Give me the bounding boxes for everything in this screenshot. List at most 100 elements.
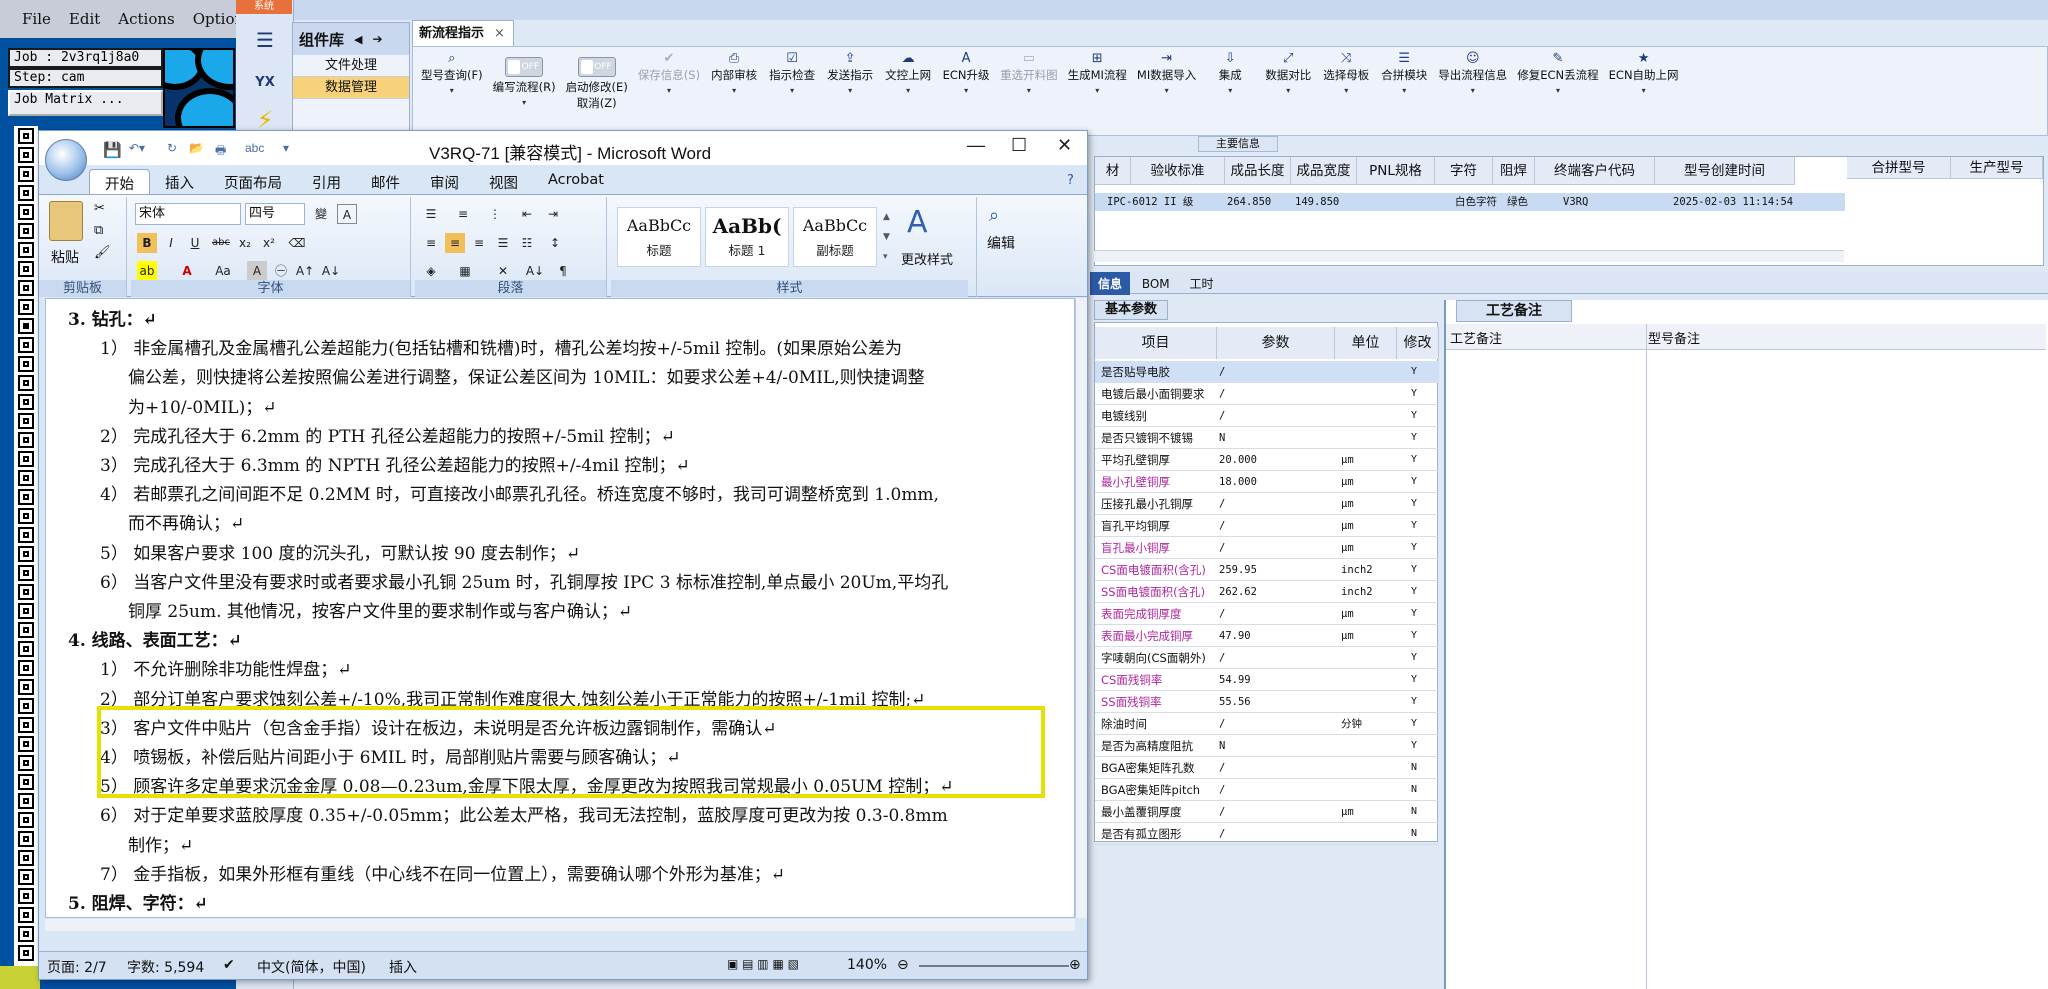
document-line[interactable]: 1） 非金属槽孔及金属槽孔公差超能力(包括钻槽和铣槽)时，槽孔公差均按+/-5m… (100, 334, 902, 359)
layer-cell[interactable] (18, 622, 34, 638)
menu-actions[interactable]: Actions (118, 10, 174, 28)
grid-header[interactable]: 终端客户代码 (1535, 157, 1655, 185)
merge-grid-header[interactable]: 合拼型号 (1847, 157, 1951, 179)
dropdown-arrow-icon[interactable]: ▾ (522, 95, 526, 111)
layer-cell[interactable] (18, 356, 34, 372)
open-icon[interactable]: 📂 (189, 141, 204, 155)
table-row[interactable]: 表面最小完成铜厚 47.90 μm Y (1095, 625, 1439, 647)
layer-cell[interactable] (18, 698, 34, 714)
layer-cell[interactable] (18, 489, 34, 505)
dropdown-arrow-icon[interactable]: ▾ (1095, 83, 1099, 99)
table-row[interactable]: 除油时间 / 分钟 Y (1095, 713, 1439, 735)
multilevel-list-icon[interactable]: ⋮ (485, 204, 505, 224)
table-row[interactable]: CS面电镀面积(含孔) 259.95 inch2 Y (1095, 559, 1439, 581)
char-shading-icon[interactable]: A (247, 261, 267, 281)
increase-indent-icon[interactable]: ⇥ (543, 204, 563, 224)
sort-icon[interactable]: A↓ (525, 261, 545, 281)
dropdown-arrow-icon[interactable]: ▾ (1471, 83, 1475, 99)
grid-header[interactable]: 成品长度 (1225, 157, 1291, 185)
font-name-select[interactable]: 宋体 (135, 203, 241, 225)
ribbon-button-0[interactable]: ⌕ 型号查询(F) ▾ (419, 51, 485, 131)
section-heading[interactable]: 4. 线路、表面工艺：↵ (68, 626, 242, 651)
highlight-icon[interactable]: ab (137, 261, 157, 281)
char-border-icon[interactable]: A (337, 204, 357, 224)
dropdown-arrow-icon[interactable]: ▾ (906, 83, 910, 99)
decrease-indent-icon[interactable]: ⇤ (517, 204, 537, 224)
toggle-switch[interactable]: OFF (505, 57, 544, 77)
table-row[interactable]: 表面完成铜厚度 / μm Y (1095, 603, 1439, 625)
layer-cell[interactable] (18, 888, 34, 904)
grid-header[interactable]: 成品宽度 (1291, 157, 1357, 185)
table-row[interactable]: 盲孔平均铜厚 / μm Y (1095, 515, 1439, 537)
ribbon-button-18[interactable]: ★ ECN自助上网 ▾ (1607, 51, 1681, 131)
layer-cell[interactable] (18, 565, 34, 581)
layer-cell[interactable] (18, 470, 34, 486)
word-count[interactable]: 字数: 5,594 (127, 957, 204, 977)
document-line[interactable]: 5） 如果客户要求 100 度的沉头孔，可默认按 90 度去制作；↵ (100, 539, 580, 564)
shading-icon[interactable]: ◈ (421, 261, 441, 281)
layer-cell[interactable] (18, 812, 34, 828)
layer-cell[interactable] (18, 546, 34, 562)
layer-cell[interactable] (18, 527, 34, 543)
undo-icon[interactable]: ↶▾ (129, 141, 145, 155)
layer-cell[interactable] (18, 128, 34, 144)
grid-cell[interactable]: 2025-02-03 11:14:54 (1673, 193, 1793, 211)
office-button[interactable] (45, 139, 87, 181)
proofing-icon[interactable]: ✔ (223, 957, 235, 973)
layer-cell[interactable] (18, 584, 34, 600)
layer-cell[interactable] (18, 242, 34, 258)
tab-craft-notes[interactable]: 工艺备注 (1456, 300, 1572, 322)
table-row[interactable]: SS面电镀面积(含孔) 262.62 inch2 Y (1095, 581, 1439, 603)
align-left-icon[interactable]: ≡ (421, 233, 441, 253)
dropdown-arrow-icon[interactable]: ▾ (1556, 83, 1560, 99)
font-size-select[interactable]: 四号 (245, 203, 305, 225)
document-line[interactable]: 3） 完成孔径大于 6.3mm 的 NPTH 孔径公差超能力的按照+/-4mil… (100, 451, 690, 476)
toggle-switch[interactable]: OFF (577, 57, 616, 77)
layer-cell[interactable] (18, 907, 34, 923)
view-buttons-icon[interactable]: ▣ ▤ ▥ ▦ ▧ (727, 957, 799, 971)
tab-new-flow[interactable]: 新流程指示 × (412, 20, 514, 46)
layer-cell[interactable] (18, 147, 34, 163)
layer-cell[interactable] (18, 717, 34, 733)
horizontal-scrollbar[interactable] (1094, 250, 1844, 262)
ribbon-button-4[interactable]: ⎙ 内部审核 ▾ (708, 51, 760, 131)
dropdown-arrow-icon[interactable]: ▾ (1228, 83, 1232, 99)
layer-cell[interactable] (18, 869, 34, 885)
table-row[interactable]: 最小盖覆铜厚度 / μm N (1095, 801, 1439, 823)
layer-cell[interactable] (18, 299, 34, 315)
style-subtitle[interactable]: AaBbCc 副标题 (793, 207, 877, 267)
enclose-char-icon[interactable]: ㊀ (271, 261, 291, 281)
clear-format-icon[interactable]: ⌫ (287, 233, 307, 253)
layer-cell[interactable] (18, 641, 34, 657)
edit-button[interactable]: 编辑 (987, 233, 1015, 253)
tab-basic-params[interactable]: 基本参数 (1094, 300, 1168, 320)
tab-mailings[interactable]: 邮件 (356, 169, 415, 195)
redo-icon[interactable]: ↻ (167, 141, 177, 155)
document-line[interactable]: 而不再确认；↵ (128, 509, 244, 534)
bullets-icon[interactable]: ☰ (421, 204, 441, 224)
document-line[interactable]: 4） 若邮票孔之间间距不足 0.2MM 时，可直接改小邮票孔孔径。桥连宽度不够时… (100, 480, 939, 505)
layer-cell[interactable] (18, 204, 34, 220)
layer-cell[interactable] (18, 223, 34, 239)
document-line[interactable]: 2） 完成孔径大于 6.2mm 的 PTH 孔径公差超能力的按照+/-5mil … (100, 422, 675, 447)
ribbon-button-7[interactable]: ☁ 文控上网 ▾ (882, 51, 934, 131)
lib-item-data-management[interactable]: 数据管理 (293, 77, 409, 99)
dropdown-arrow-icon[interactable]: ▾ (732, 83, 736, 99)
style-title[interactable]: AaBbCc 标题 (617, 207, 701, 267)
paste-icon[interactable] (49, 201, 83, 241)
bold-icon[interactable]: B (137, 233, 157, 253)
show-marks-icon[interactable]: ¶ (553, 261, 573, 281)
dropdown-arrow-icon[interactable]: ▾ (450, 83, 454, 99)
grid-header[interactable]: 字符 (1435, 157, 1493, 185)
zoom-out-icon[interactable]: ⊖ (897, 957, 909, 973)
layer-cell[interactable] (18, 793, 34, 809)
table-row[interactable]: 压接孔最小孔铜厚 / μm Y (1095, 493, 1439, 515)
strikethrough-icon[interactable]: abc (211, 233, 231, 253)
table-row[interactable]: BGA密集矩阵pitch / N (1095, 779, 1439, 801)
ribbon-button-17[interactable]: ✎ 修复ECN丢流程 ▾ (1515, 51, 1600, 131)
layer-cell[interactable] (18, 261, 34, 277)
document-line[interactable]: 7） 金手指板，如果外形框有重线（中心线不在同一位置上），需要确认哪个外形为基准… (100, 860, 785, 885)
layer-cell[interactable] (18, 679, 34, 695)
layer-cell[interactable] (18, 337, 34, 353)
dropdown-arrow-icon[interactable]: ▾ (1344, 83, 1348, 99)
